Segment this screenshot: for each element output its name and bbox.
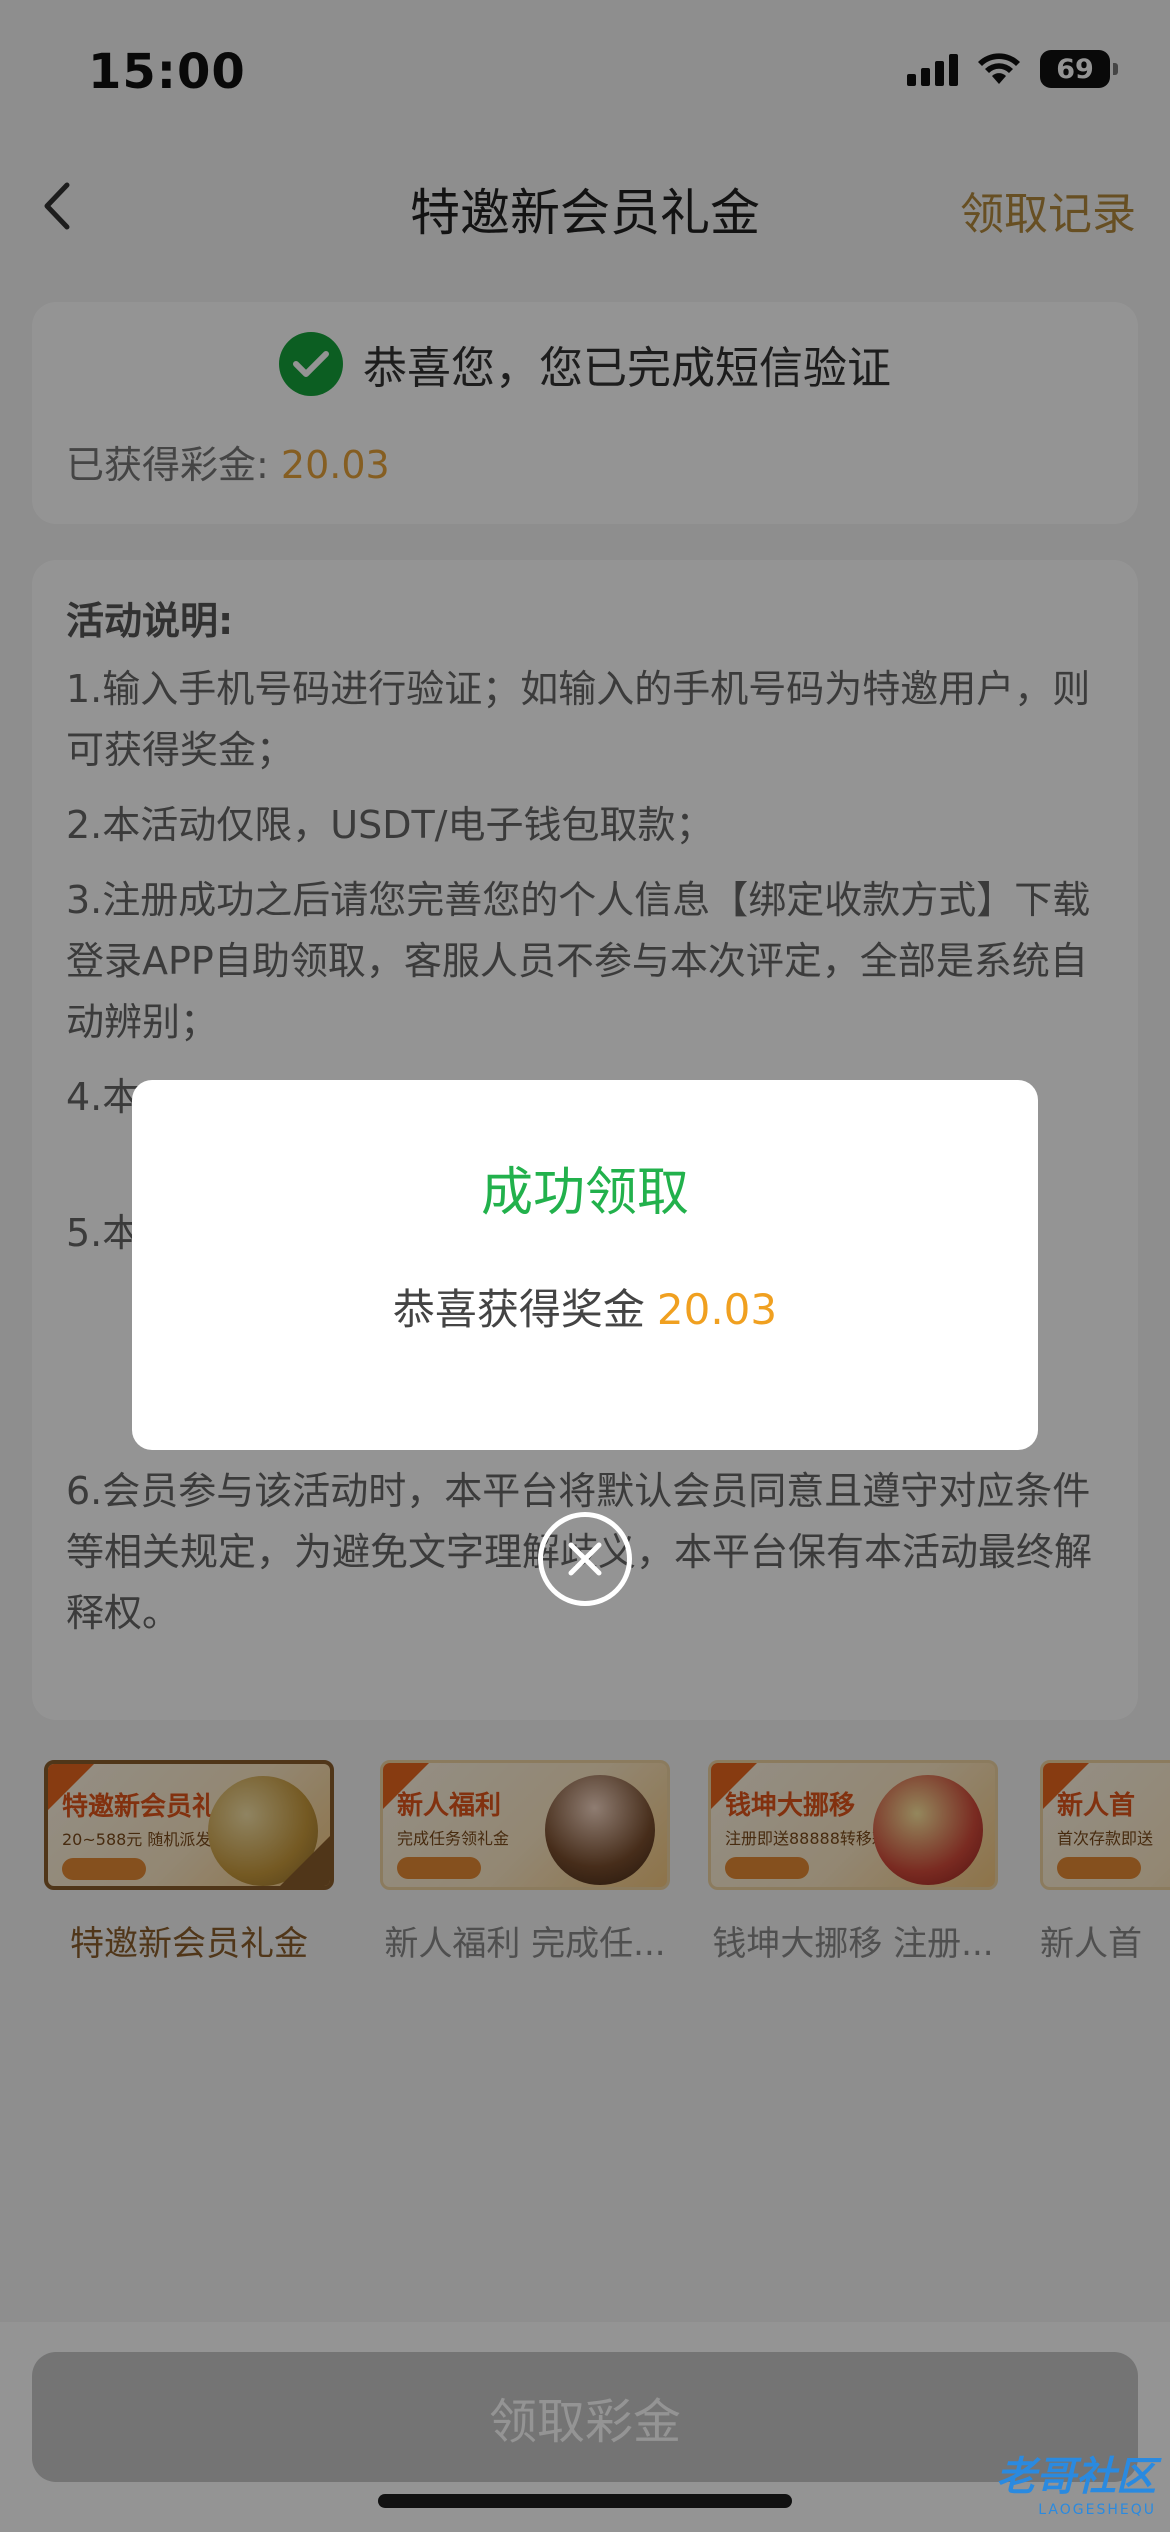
dialog-message-text: 恭喜获得奖金 bbox=[392, 1285, 645, 1334]
watermark-logo: 老哥社区 LAOGESHEQU bbox=[996, 2454, 1156, 2518]
close-dialog-button[interactable] bbox=[538, 1512, 632, 1606]
dialog-amount: 20.03 bbox=[656, 1285, 778, 1334]
close-icon bbox=[568, 1542, 602, 1576]
success-dialog: 成功领取 恭喜获得奖金 20.03 bbox=[132, 1080, 1038, 1450]
dialog-message: 恭喜获得奖金 20.03 bbox=[132, 1276, 1038, 1337]
home-indicator bbox=[378, 2494, 792, 2508]
dialog-title: 成功领取 bbox=[480, 1163, 689, 1223]
